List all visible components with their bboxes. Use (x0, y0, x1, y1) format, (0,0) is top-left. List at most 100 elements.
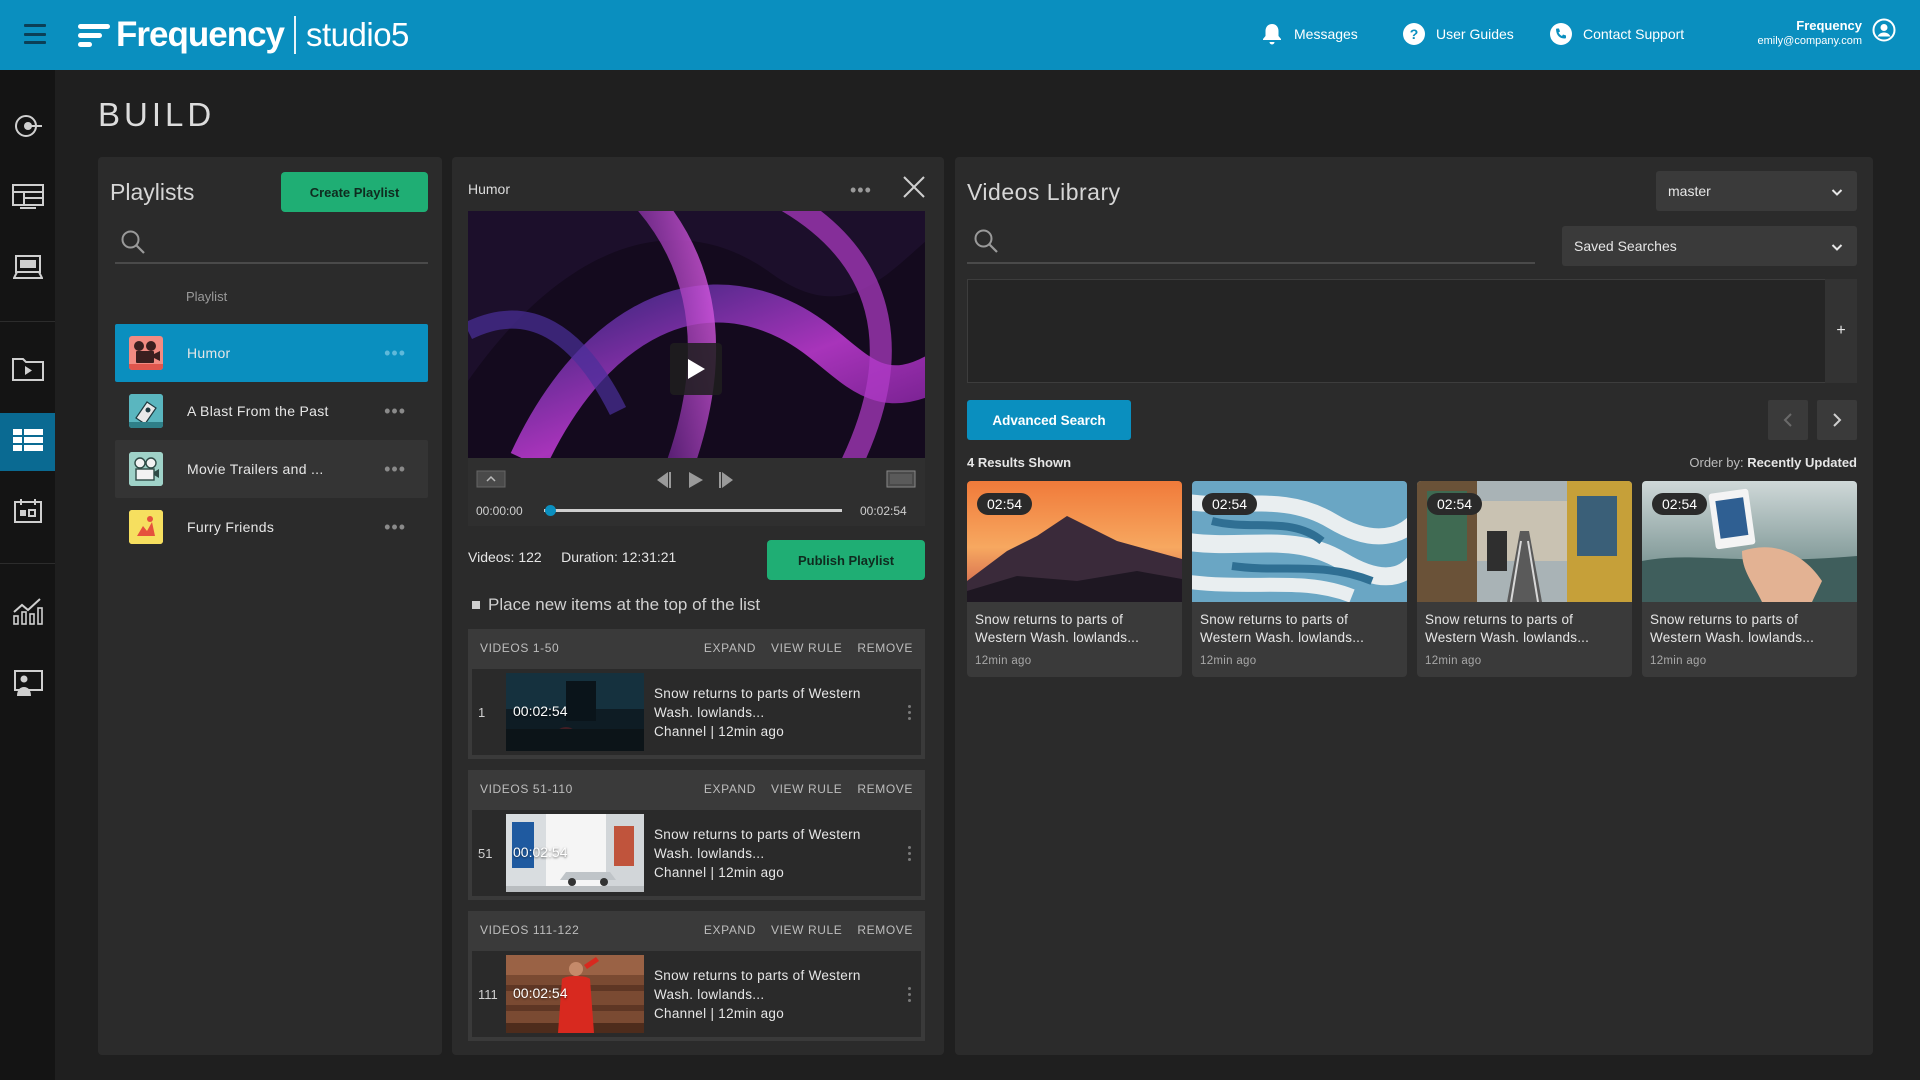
video-group: VIDEOS 1-50 EXPAND VIEW RULE REMOVE 1 00… (468, 629, 925, 759)
video-card-thumbnail: 02:54 (1417, 481, 1632, 602)
kebab-icon[interactable] (897, 986, 921, 1002)
messages-link[interactable]: Messages (1260, 22, 1358, 46)
search-query-box[interactable] (967, 279, 1857, 383)
previous-page-button[interactable] (1768, 400, 1808, 440)
video-card[interactable]: 02:54 Snow returns to parts of Western W… (1192, 481, 1407, 677)
playlist-item-movie-trailers[interactable]: Movie Trailers and ... ••• (115, 440, 428, 498)
playlist-item-more-icon[interactable]: ••• (384, 344, 406, 362)
user-guides-link[interactable]: ? User Guides (1402, 22, 1514, 46)
view-rule-button[interactable]: VIEW RULE (771, 641, 842, 655)
play-icon[interactable] (688, 471, 704, 494)
fullscreen-icon[interactable] (886, 470, 916, 493)
sidebar-item-build[interactable] (0, 413, 55, 471)
next-page-button[interactable] (1817, 400, 1857, 440)
playlist-item-more-icon[interactable]: ••• (384, 460, 406, 478)
video-preview[interactable] (468, 211, 925, 458)
place-at-top-option[interactable]: Place new items at the top of the list (472, 595, 760, 615)
video-duration: 00:02:54 (513, 985, 568, 1001)
skip-back-icon[interactable] (654, 471, 672, 494)
video-card-time: 12min ago (1650, 655, 1707, 667)
search-icon[interactable] (973, 228, 999, 259)
videos-library-panel: Videos Library master Saved Searches + A… (955, 157, 1873, 1055)
kebab-icon[interactable] (897, 845, 921, 861)
expand-button[interactable]: EXPAND (704, 782, 756, 796)
skip-forward-icon[interactable] (718, 471, 736, 494)
progress-scrubber[interactable] (544, 505, 556, 516)
sidebar-item-layouts[interactable] (0, 170, 55, 228)
group-video-row[interactable]: 1 00:02:54 Snow returns to parts of West… (472, 669, 921, 755)
sidebar-item-devices[interactable] (0, 240, 55, 298)
add-filter-button[interactable]: + (1825, 279, 1857, 383)
expand-button[interactable]: EXPAND (704, 641, 756, 655)
video-card[interactable]: 02:54 Snow returns to parts of Western W… (1642, 481, 1857, 677)
remove-button[interactable]: REMOVE (857, 782, 913, 796)
video-index: 1 (478, 704, 486, 720)
video-title-line1: Snow returns to parts of Western (654, 967, 861, 983)
view-rule-button[interactable]: VIEW RULE (771, 782, 842, 796)
video-title-line2: Wash. lowlands... (654, 845, 765, 861)
video-thumbnail: 00:02:54 (506, 673, 644, 751)
video-card-duration: 02:54 (977, 493, 1033, 515)
user-menu[interactable]: Frequency emily@company.com (1758, 18, 1897, 47)
video-card[interactable]: 02:54 Snow returns to parts of Western W… (967, 481, 1182, 677)
view-rule-button[interactable]: VIEW RULE (771, 923, 842, 937)
user-avatar-icon (1872, 18, 1896, 47)
sidebar-item-analytics[interactable] (0, 584, 55, 642)
expand-button[interactable]: EXPAND (704, 923, 756, 937)
remove-button[interactable]: REMOVE (857, 923, 913, 937)
video-title-line2: Wash. lowlands... (654, 704, 765, 720)
playlist-item-label: Movie Trailers and ... (187, 461, 324, 477)
kebab-icon[interactable] (897, 704, 921, 720)
remove-button[interactable]: REMOVE (857, 641, 913, 655)
playlist-item-more-icon[interactable]: ••• (384, 518, 406, 536)
library-search-input[interactable] (1005, 225, 1525, 257)
chevron-right-icon (1833, 413, 1842, 427)
editor-more-icon[interactable]: ••• (850, 181, 872, 199)
video-card-title-line2: Western Wash. lowlands... (1650, 630, 1815, 645)
play-overlay-button[interactable] (670, 343, 722, 395)
order-by-label: Order by: (1689, 455, 1744, 470)
video-card[interactable]: 02:54 Snow returns to parts of Western W… (1417, 481, 1632, 677)
sidebar-item-media[interactable] (0, 341, 55, 399)
playlist-search-input[interactable] (152, 227, 428, 257)
playlist-column-header: Playlist (186, 289, 228, 304)
playlist-item-humor[interactable]: Humor ••• (115, 324, 428, 382)
group-video-row[interactable]: 51 00:02:54 Snow returns to parts of Wes… (472, 810, 921, 896)
search-icon[interactable] (120, 229, 146, 260)
playlist-stats: Videos: 122 Duration: 12:31:21 (468, 549, 677, 565)
group-video-row[interactable]: 111 00:02:54 Snow returns to parts of We… (472, 951, 921, 1037)
playlist-item-furry-friends[interactable]: Furry Friends ••• (115, 498, 428, 556)
branch-select[interactable]: master (1656, 171, 1857, 211)
create-playlist-button[interactable]: Create Playlist (281, 172, 428, 212)
order-by[interactable]: Order by: Recently Updated (1689, 455, 1857, 470)
video-title-line2: Wash. lowlands... (654, 986, 765, 1002)
caption-toggle-icon[interactable] (476, 470, 506, 493)
progress-track[interactable] (544, 509, 842, 512)
video-meta: Channel | 12min ago (654, 723, 785, 739)
advanced-search-button[interactable]: Advanced Search (967, 400, 1131, 440)
playlist-item-blast-from-the-past[interactable]: A Blast From the Past ••• (115, 382, 428, 440)
contact-support-link[interactable]: Contact Support (1549, 22, 1684, 46)
logo-separator (294, 16, 296, 54)
logo-word: Frequency (116, 15, 285, 54)
video-card-thumbnail: 02:54 (1192, 481, 1407, 602)
logo-mark-icon (78, 21, 110, 49)
video-card-title-line1: Snow returns to parts of (975, 612, 1124, 627)
video-controls: 00:00:00 00:02:54 (468, 458, 925, 526)
schedule-icon (13, 498, 43, 529)
app-logo[interactable]: Frequency studio5 (78, 14, 409, 56)
close-icon[interactable] (902, 175, 926, 204)
sidebar-item-schedule[interactable] (0, 484, 55, 542)
group-title: VIDEOS 51-110 (480, 782, 573, 796)
left-sidebar (0, 70, 55, 1080)
publish-playlist-button[interactable]: Publish Playlist (767, 540, 925, 580)
saved-searches-select[interactable]: Saved Searches (1562, 226, 1857, 266)
bell-icon (1260, 22, 1284, 46)
sidebar-item-live[interactable] (0, 99, 55, 157)
video-duration: 00:02:54 (513, 844, 568, 860)
contact-support-label: Contact Support (1583, 26, 1685, 42)
device-icon (11, 254, 44, 285)
sidebar-item-presenter[interactable] (0, 656, 55, 714)
menu-icon[interactable] (24, 24, 46, 44)
playlist-item-more-icon[interactable]: ••• (384, 402, 406, 420)
